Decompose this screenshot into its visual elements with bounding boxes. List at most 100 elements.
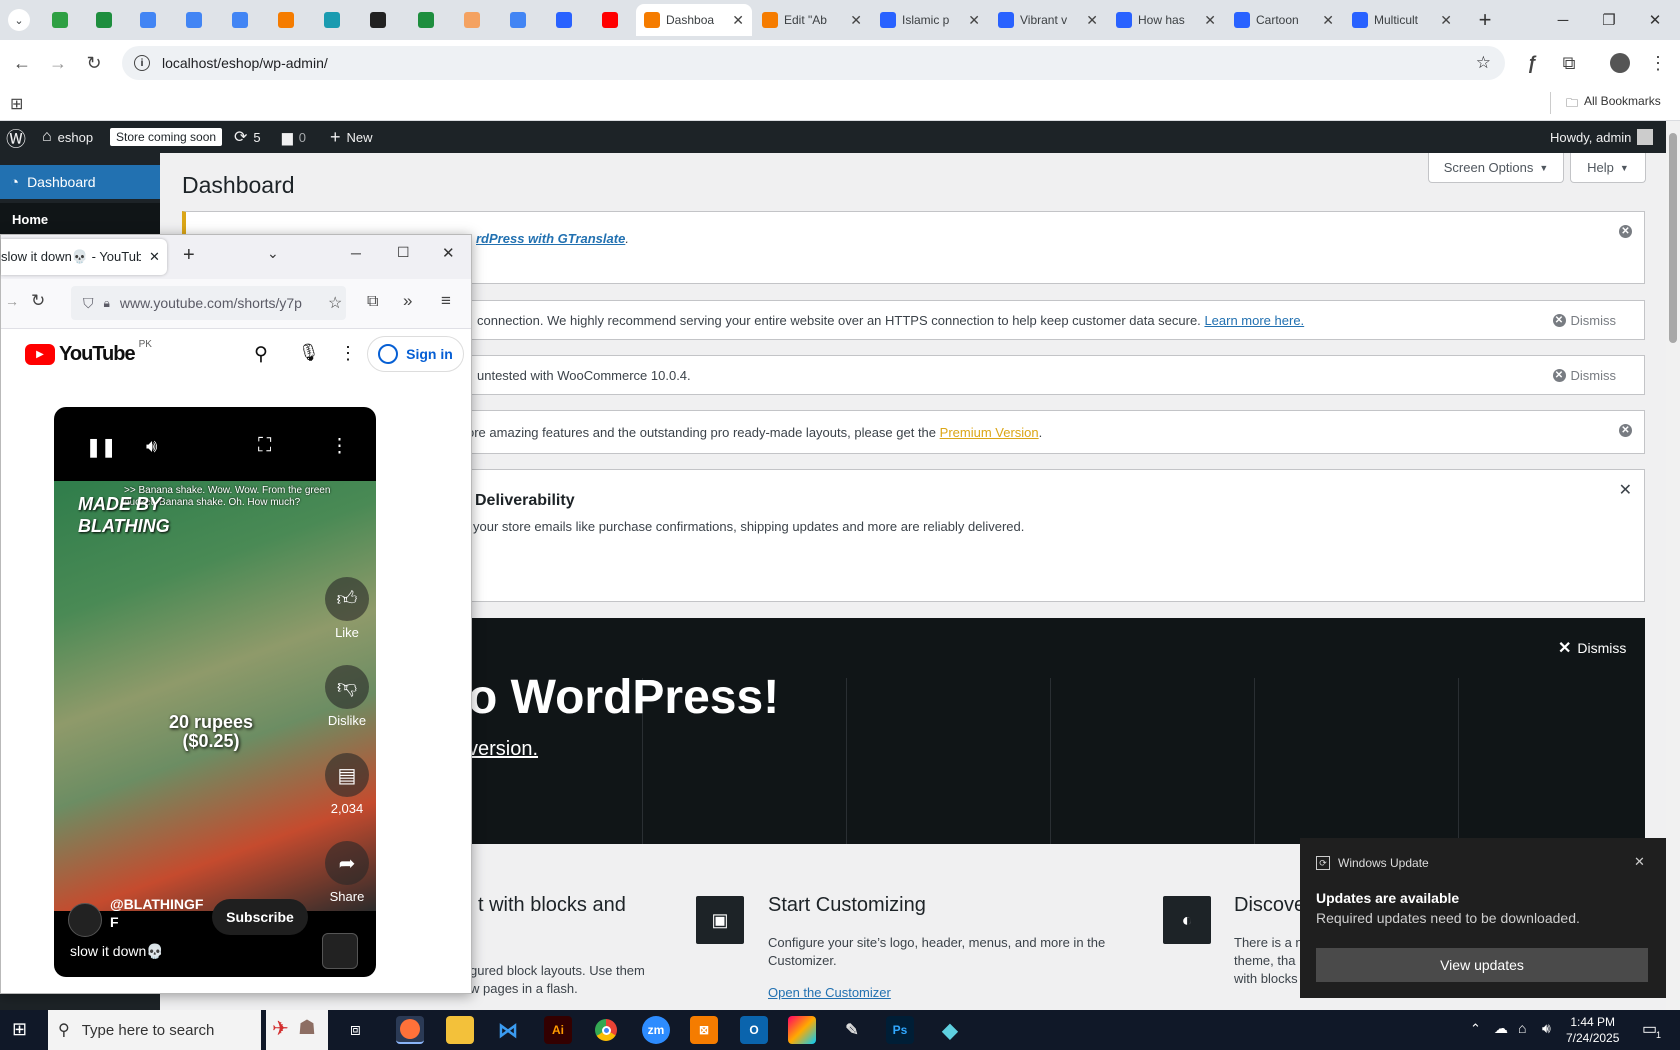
browser-tab[interactable]: Multicult ✕ [1344,4,1460,36]
clock[interactable]: 1:44 PM 7/24/2025 [1566,1014,1619,1046]
chrome-menu-icon[interactable]: ⋮ [1644,49,1672,77]
back-button[interactable]: ← [8,49,36,77]
volume-icon[interactable]: 🔊︎ [1542,1020,1551,1037]
vscode-taskbar-icon[interactable]: ⋈ [494,1016,522,1044]
close-tab-icon[interactable]: ✕ [968,12,980,29]
screen-options-button[interactable]: Screen Options ▼ [1428,153,1564,183]
notification-center-icon[interactable]: ▭ [1642,1019,1657,1039]
gtranslate-link[interactable]: rdPress with GTranslate [476,231,625,246]
channel-avatar[interactable] [68,903,102,937]
close-tab-icon[interactable]: ✕ [1086,12,1098,29]
browser-tab[interactable]: Cartoon ✕ [1226,4,1342,36]
bookmark-star-icon[interactable]: ☆ [1476,53,1491,73]
extensions-icon[interactable]: ⧉ [367,293,378,311]
pinned-tab[interactable] [264,4,308,36]
sign-in-button[interactable]: Sign in [367,336,464,372]
close-tab-icon[interactable]: ✕ [1322,12,1334,29]
search-highlight-image[interactable]: ✈ ☗ [266,1010,328,1050]
close-window-button[interactable]: ✕ [1632,6,1678,34]
welcome-version-link[interactable]: version. [468,738,538,761]
minimize-button[interactable]: ─ [1540,6,1586,34]
youtube-tab[interactable]: slow it down💀 - YouTube ✕ [1,239,167,275]
view-updates-button[interactable]: View updates [1316,948,1648,982]
wordpress-logo-icon[interactable]: Ⓦ [6,121,26,153]
reload-button[interactable]: ↻ [80,49,108,77]
app-taskbar-icon[interactable]: ◆ [936,1016,964,1044]
browser-tab[interactable]: Islamic p ✕ [872,4,988,36]
pen-taskbar-icon[interactable]: ✎ [838,1016,866,1044]
outlook-taskbar-icon[interactable]: O [740,1016,768,1044]
microphone-icon[interactable]: 🎙︎ [298,343,320,363]
minimize-button[interactable]: ─ [351,245,361,261]
tab-search-button[interactable]: ⌄ [0,4,38,36]
pinned-tab[interactable] [310,4,354,36]
apps-grid-icon[interactable]: ⊞ [10,94,23,114]
restore-button[interactable]: ❐ [1586,6,1632,34]
page-scrollbar[interactable] [1666,121,1680,1010]
maximize-button[interactable]: ☐ [397,244,410,261]
pinned-tab[interactable] [126,4,170,36]
network-icon[interactable]: ⌂ [1518,1020,1526,1036]
site-info-icon[interactable]: i [134,55,150,71]
chevron-down-icon[interactable]: ⌄ [267,245,279,262]
store-coming-soon-link[interactable]: Store coming soon [110,121,223,153]
search-icon[interactable]: ⚲ [254,343,268,366]
close-tab-icon[interactable]: ✕ [1440,12,1452,29]
creative-cloud-taskbar-icon[interactable] [788,1016,816,1044]
address-bar[interactable]: i localhost/eshop/wp-admin/ ☆ [122,46,1505,80]
file-explorer-taskbar-icon[interactable] [446,1016,474,1044]
youtube-logo[interactable]: ▶ YouTube PK [25,339,152,366]
extensions-puzzle-icon[interactable]: ⧉ [1555,49,1583,77]
comments-button[interactable]: ▤ 2,034 [322,753,372,816]
comments-link[interactable]: ▆ 0 [282,121,306,153]
photoshop-taskbar-icon[interactable]: Ps [886,1016,914,1044]
pinned-tab[interactable] [218,4,262,36]
profile-avatar[interactable] [1606,49,1634,77]
zoom-taskbar-icon[interactable]: zm [642,1016,670,1044]
reload-button[interactable]: ↻ [31,291,45,311]
like-button[interactable]: 👍︎ Like [322,577,372,640]
all-bookmarks-button[interactable]: 🗀 All Bookmarks [1566,94,1661,115]
site-name-link[interactable]: ⌂ eshop [42,121,93,153]
pinned-tab[interactable] [356,4,400,36]
forward-button[interactable]: → [5,293,19,309]
close-tab-icon[interactable]: ✕ [850,12,862,29]
notice-close-button[interactable]: ✕ [1619,225,1632,238]
shorts-player[interactable]: ❚❚ 🔊︎ ⛶ ⋮ >> Banana shake. Wow. Wow. Fro… [54,407,376,977]
taskbar-search-box[interactable]: ⚲ Type here to search [48,1010,261,1050]
pinned-tab[interactable] [496,4,540,36]
new-tab-button[interactable]: + [183,244,195,267]
help-button[interactable]: Help ▼ [1570,153,1646,183]
task-view-icon[interactable]: ⧈ [350,1020,361,1040]
overflow-chevrons-icon[interactable]: » [403,291,412,311]
notice-close-button[interactable]: ✕ [1619,424,1632,437]
close-tab-icon[interactable]: ✕ [732,12,744,29]
chrome-taskbar-icon[interactable] [592,1016,620,1044]
extension-f-icon[interactable]: ƒ [1518,49,1546,77]
youtube-address-bar[interactable]: ⛉ 🔒︎ www.youtube.com/shorts/y7p [71,286,346,320]
pause-icon[interactable]: ❚❚ [86,437,116,458]
close-tab-icon[interactable]: ✕ [149,249,160,265]
dismiss-button[interactable]: ✕ Dismiss [1552,313,1616,328]
dislike-button[interactable]: 👎︎ Dislike [322,665,372,728]
notice-close-button[interactable]: ✕ [1619,480,1632,500]
pinned-tab[interactable] [38,4,82,36]
menu-lines-icon[interactable]: ≡ [441,291,451,311]
bookmark-star-icon[interactable]: ☆ [328,293,342,313]
illustrator-taskbar-icon[interactable]: Ai [544,1016,572,1044]
browser-tab[interactable]: How has ✕ [1108,4,1224,36]
my-account-link[interactable]: Howdy, admin [1550,121,1654,153]
more-options-icon[interactable]: ⋮ [339,343,357,364]
pinned-tab[interactable] [588,4,632,36]
more-options-icon[interactable]: ⋮ [330,435,349,458]
pinned-tab[interactable] [542,4,586,36]
forward-button[interactable]: → [44,49,72,77]
close-tab-icon[interactable]: ✕ [1204,12,1216,29]
dismiss-button[interactable]: ✕ Dismiss [1552,368,1616,383]
updates-link[interactable]: ⟳ 5 [234,121,261,153]
subscribe-button[interactable]: Subscribe [212,899,308,935]
browser-tab[interactable]: Edit "Ab ✕ [754,4,870,36]
sound-thumbnail[interactable] [322,933,358,969]
volume-icon[interactable]: 🔊︎ [146,436,157,457]
new-tab-button[interactable]: + [1462,6,1508,34]
